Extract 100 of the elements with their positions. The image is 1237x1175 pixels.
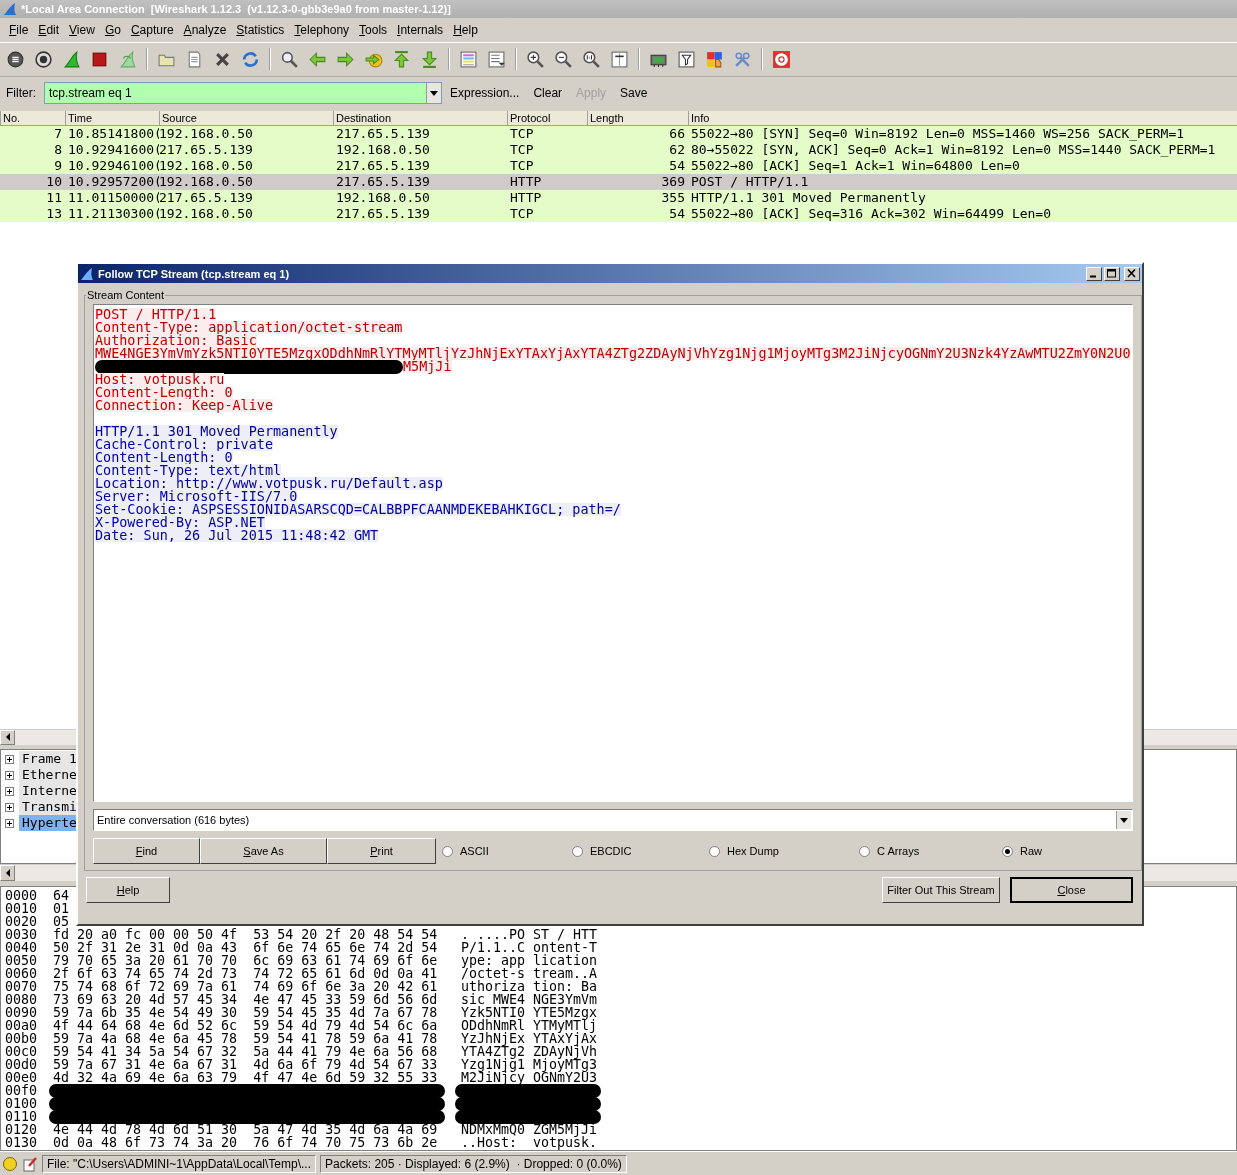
- column-header[interactable]: Source: [159, 110, 333, 125]
- reload-icon[interactable]: [241, 49, 260, 69]
- table-cell-text: TCP: [509, 205, 535, 222]
- shark-fin-icon[interactable]: [62, 49, 81, 69]
- ascii-bytes: . ....PO ST / HTT: [461, 927, 598, 941]
- dialog-button[interactable]: Filter Out This Stream: [882, 877, 1000, 903]
- zoom-out-icon[interactable]: [554, 49, 573, 69]
- top-arrow-icon[interactable]: [392, 49, 411, 69]
- edit-icon[interactable]: [22, 1155, 38, 1172]
- table-cell-text: HTTP: [509, 173, 543, 190]
- menu-item[interactable]: Help: [448, 22, 483, 37]
- byte-offset: 00f0: [5, 1083, 38, 1098]
- filter-action[interactable]: Expression...: [450, 85, 526, 100]
- hex-bytes: 0d 0a 48 6f 73 74 3a 20 76 6f 74 70 75 73 6b 2e: [53, 1135, 438, 1149]
- interface-list-icon[interactable]: [6, 49, 25, 69]
- byte-offset: 00b0: [5, 1031, 38, 1045]
- maximize-button[interactable]: [1104, 266, 1120, 281]
- radio-button[interactable]: [1002, 845, 1013, 857]
- lifebuoy-icon[interactable]: [772, 49, 791, 69]
- radio-button[interactable]: [572, 845, 583, 857]
- radio-button[interactable]: [442, 845, 453, 857]
- menu-item[interactable]: Capture: [125, 22, 179, 37]
- resize-columns-icon[interactable]: [610, 49, 629, 69]
- table-cell-text: 9: [53, 157, 63, 174]
- menu-item[interactable]: Tools: [354, 22, 393, 37]
- left-arrow-icon[interactable]: [308, 49, 327, 69]
- menu-item[interactable]: Analyze: [178, 22, 232, 37]
- menu-item[interactable]: Telephony: [289, 22, 355, 37]
- dialog-button[interactable]: Print: [327, 838, 436, 864]
- search-icon[interactable]: [280, 49, 299, 69]
- expand-icon[interactable]: [5, 754, 14, 764]
- ascii-bytes: /octet-s tream..A: [461, 966, 598, 980]
- expand-icon[interactable]: [5, 786, 14, 796]
- target-icon[interactable]: [34, 49, 53, 69]
- expand-icon[interactable]: [5, 770, 14, 780]
- byte-offset: 00a0: [5, 1018, 38, 1032]
- table-cell-text: 192.168.0.50: [159, 157, 254, 174]
- zoom-reset-icon[interactable]: [582, 49, 601, 69]
- zoom-in-icon[interactable]: [526, 49, 545, 69]
- dialog-button[interactable]: Find: [93, 838, 200, 864]
- radio-label[interactable]: ASCII: [460, 845, 489, 857]
- table-cell-text: 54: [668, 157, 686, 174]
- radio-button[interactable]: [859, 845, 870, 857]
- radio-label[interactable]: C Arrays: [877, 845, 920, 857]
- conversation-dropdown[interactable]: Entire conversation (616 bytes): [93, 809, 1133, 831]
- byte-offset: 0070: [5, 979, 38, 993]
- dialog-button[interactable]: Save As: [200, 838, 327, 864]
- menu-item[interactable]: File: [4, 22, 34, 37]
- column-header[interactable]: Time: [65, 110, 159, 125]
- table-cell-text: 10.92946100(: [67, 157, 159, 174]
- help-button[interactable]: Help: [86, 877, 170, 903]
- alert-dot-icon[interactable]: [2, 1155, 18, 1172]
- hex-bytes: 59 54 41 34 5a 54 67 32 5a 44 41 79 4e 6a 56 68: [53, 1044, 438, 1058]
- right-arrow-icon[interactable]: [336, 49, 355, 69]
- column-header[interactable]: Info: [688, 110, 1237, 125]
- table-cell-text: 55022→80 [SYN] Seq=0 Win=8192 Len=0 MSS=1460 WS=256 SACK_PERM=1: [690, 125, 1186, 142]
- hex-bytes: 79 70 65 3a 20 61 70 70 6c 69 63 61 74 69 6f 6e: [53, 953, 438, 967]
- filter-action[interactable]: Save: [620, 85, 654, 100]
- radio-label[interactable]: EBCDIC: [590, 845, 632, 857]
- column-header[interactable]: Destination: [333, 110, 507, 125]
- funnel-icon[interactable]: [677, 49, 696, 69]
- menu-item[interactable]: Statistics: [231, 22, 290, 37]
- filter-action[interactable]: Clear: [533, 85, 569, 100]
- dropdown-button[interactable]: [426, 82, 441, 103]
- expand-icon[interactable]: [5, 802, 14, 812]
- menu-item[interactable]: Edit: [33, 22, 65, 37]
- menu-item[interactable]: View: [64, 22, 100, 37]
- table-cell-text: 10.92957200(: [67, 173, 159, 190]
- stream-text-area[interactable]: [93, 304, 1133, 802]
- hex-bytes: 59 7a 6b 35 4e 54 49 30 59 54 45 35 4d 7a 67 78: [53, 1005, 438, 1019]
- table-cell-text: 217.65.5.139: [335, 125, 431, 142]
- column-header[interactable]: No.: [0, 110, 65, 125]
- menu-item[interactable]: Go: [99, 22, 126, 37]
- table-cell-text: TCP: [509, 125, 535, 142]
- minimize-button[interactable]: [1086, 266, 1102, 281]
- close-button[interactable]: [1124, 266, 1140, 281]
- radio-label[interactable]: Hex Dump: [727, 845, 779, 857]
- byte-offset: 0080: [5, 992, 38, 1006]
- hex-bytes: 50 2f 31 2e 31 0d 0a 43 6f 6e 74 65 6e 74 2d 54: [53, 940, 438, 954]
- table-cell-text: 10.85141800(: [67, 125, 159, 142]
- table-cell-text: 11.01150000(: [67, 189, 159, 206]
- colored-lines-icon[interactable]: [459, 49, 478, 69]
- menu-item[interactable]: Internals: [392, 22, 449, 37]
- column-header[interactable]: Length: [587, 110, 688, 125]
- bottom-arrow-icon[interactable]: [420, 49, 439, 69]
- dialog-button[interactable]: Close: [1010, 877, 1133, 903]
- radio-label[interactable]: Raw: [1020, 845, 1042, 857]
- file-status: File: "C:\Users\ADMINI~1\AppData\Local\Temp\...: [42, 1154, 317, 1173]
- expand-icon[interactable]: [5, 818, 14, 828]
- ascii-bytes: uthoriza tion: Ba: [461, 979, 598, 993]
- table-cell-text: 355: [660, 189, 686, 206]
- restart-icon[interactable]: [118, 49, 137, 69]
- byte-offset: 0120: [5, 1122, 38, 1136]
- radio-button[interactable]: [709, 845, 720, 857]
- byte-offset: 0090: [5, 1005, 38, 1019]
- scroll-list-icon[interactable]: [487, 49, 506, 69]
- column-header[interactable]: Protocol: [507, 110, 587, 125]
- table-cell-text: 13: [45, 205, 63, 222]
- ascii-bytes: Yzg1Njg1 MjoyMTg3: [461, 1057, 598, 1071]
- table-cell-text: POST / HTTP/1.1: [690, 173, 810, 190]
